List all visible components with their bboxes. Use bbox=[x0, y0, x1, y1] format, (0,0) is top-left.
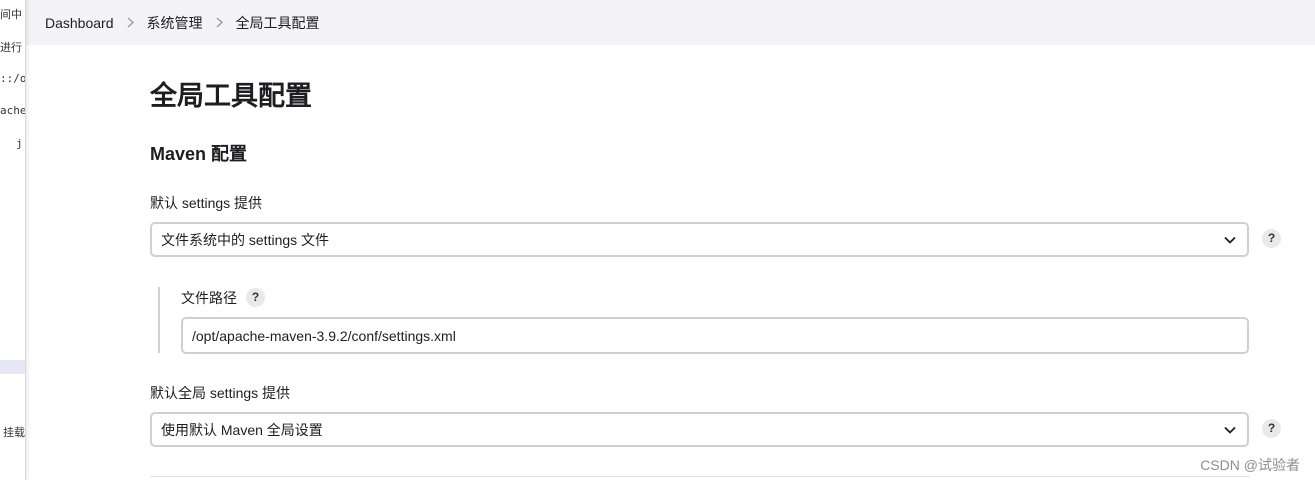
section-title-maven: Maven 配置 bbox=[150, 144, 248, 164]
breadcrumb-global-tool-config[interactable]: 全局工具配置 bbox=[236, 13, 320, 33]
chevron-down-icon bbox=[1224, 236, 1236, 244]
file-path-label: 文件路径 bbox=[181, 290, 237, 306]
chevron-down-icon bbox=[1224, 426, 1236, 434]
background-text: 进行 bbox=[0, 41, 22, 54]
jenkins-app: Dashboard 系统管理 全局工具配置 全局工具配置 Maven 配置 默认… bbox=[26, 0, 1315, 480]
global-settings-provider-select[interactable]: 使用默认 Maven 全局设置 bbox=[150, 412, 1249, 447]
page-title: 全局工具配置 bbox=[150, 81, 312, 111]
settings-provider-value: 文件系统中的 settings 文件 bbox=[161, 231, 330, 248]
settings-provider-label: 默认 settings 提供 bbox=[150, 195, 263, 211]
help-icon[interactable]: ? bbox=[1262, 229, 1281, 248]
background-window-strip: 间中 进行 ::/op ache- j( 挂载 bbox=[0, 0, 26, 480]
help-icon[interactable]: ? bbox=[246, 288, 265, 307]
global-settings-provider-value: 使用默认 Maven 全局设置 bbox=[161, 421, 323, 438]
background-highlight bbox=[0, 360, 25, 374]
breadcrumb: Dashboard 系统管理 全局工具配置 bbox=[26, 0, 1315, 45]
breadcrumb-system-management[interactable]: 系统管理 bbox=[147, 13, 203, 33]
settings-provider-select[interactable]: 文件系统中的 settings 文件 bbox=[150, 222, 1249, 257]
background-text: ::/op bbox=[0, 72, 26, 85]
background-text: j( bbox=[16, 137, 25, 150]
background-text: 挂载 bbox=[3, 426, 25, 439]
breadcrumb-dashboard[interactable]: Dashboard bbox=[45, 15, 114, 31]
chevron-right-icon bbox=[126, 15, 135, 31]
section-divider bbox=[150, 476, 1250, 477]
global-settings-provider-label: 默认全局 settings 提供 bbox=[150, 385, 291, 401]
watermark: CSDN @试验者 bbox=[1200, 457, 1300, 473]
file-path-input[interactable] bbox=[181, 317, 1249, 354]
background-text: ache- bbox=[0, 104, 26, 117]
chevron-right-icon bbox=[215, 15, 224, 31]
help-icon[interactable]: ? bbox=[1262, 419, 1281, 438]
background-text: 间中 bbox=[0, 8, 22, 21]
